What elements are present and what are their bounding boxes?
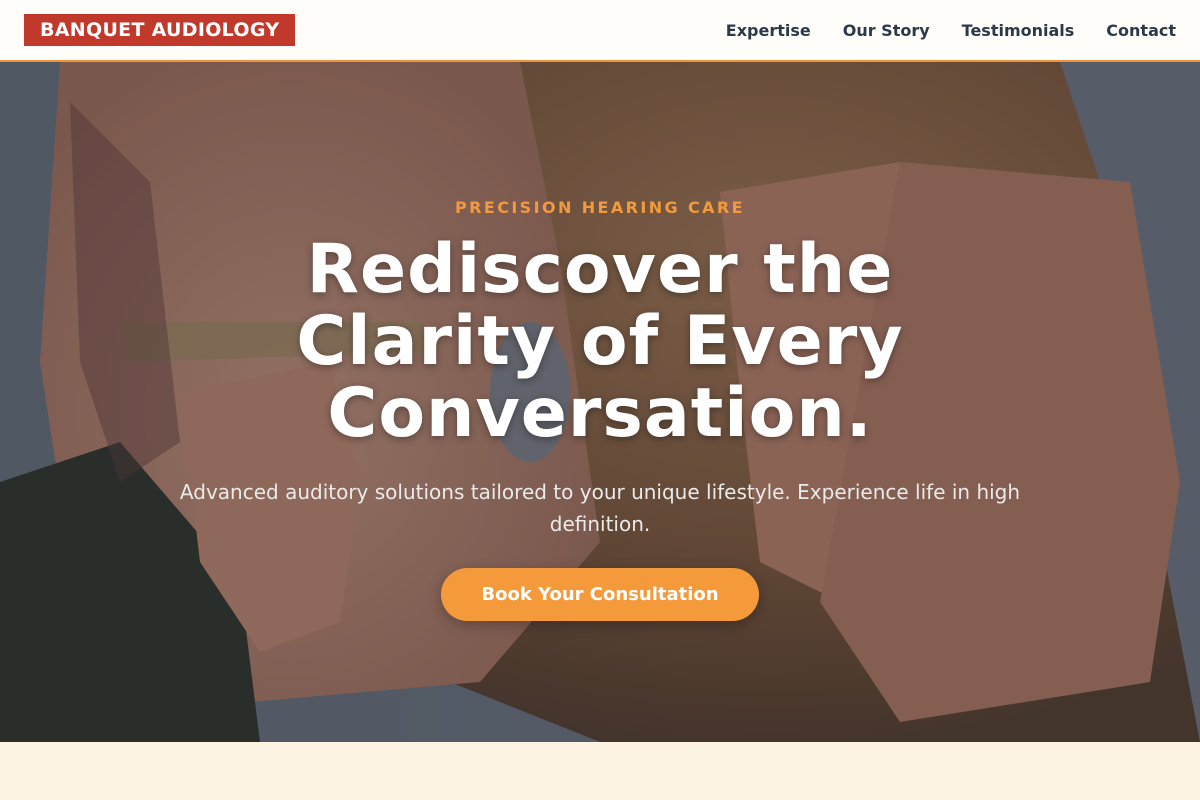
hero-content: PRECISION HEARING CARE Rediscover the Cl… [0,62,1200,742]
nav-link-expertise[interactable]: Expertise [726,21,811,40]
nav-link-contact[interactable]: Contact [1106,21,1176,40]
nav-link-our-story[interactable]: Our Story [843,21,930,40]
hero-section: PRECISION HEARING CARE Rediscover the Cl… [0,62,1200,742]
site-header: BANQUET AUDIOLOGY Expertise Our Story Te… [0,0,1200,62]
book-consultation-button[interactable]: Book Your Consultation [441,568,759,621]
main-nav: Expertise Our Story Testimonials Contact [726,0,1176,60]
hero-eyebrow: PRECISION HEARING CARE [455,198,745,217]
brand-logo[interactable]: BANQUET AUDIOLOGY [24,14,296,46]
nav-link-testimonials[interactable]: Testimonials [962,21,1075,40]
hero-headline: Rediscover the Clarity of Every Conversa… [296,230,904,453]
next-section [0,742,1200,800]
hero-subtext: Advanced auditory solutions tailored to … [179,480,1021,536]
